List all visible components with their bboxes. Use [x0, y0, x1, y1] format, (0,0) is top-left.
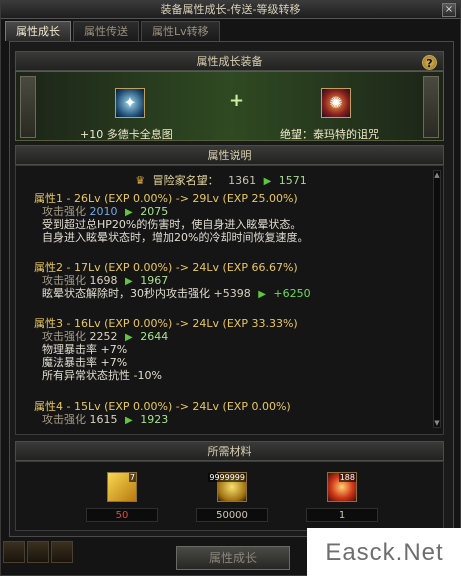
attribute-1: 属性1 - 26Lv (EXP 0.00%) -> 29Lv (EXP 25.0…	[34, 192, 424, 244]
equip-section-header: 属性成长装备 ?	[15, 51, 444, 71]
stat-label: 攻击强化	[42, 413, 86, 426]
close-button[interactable]: ×	[442, 3, 456, 17]
attribute-stat: 攻击强化 1615 ▶ 1923	[34, 413, 424, 426]
materials-section-header: 所需材料	[15, 441, 444, 461]
stat-to: 1923	[140, 413, 169, 426]
fame-from: 1361	[228, 174, 257, 187]
arrow-right-icon: ▶	[258, 289, 266, 300]
fame-label: 冒险家名望：	[152, 174, 219, 187]
source-enhance-level: +10	[80, 128, 104, 141]
quick-slot[interactable]	[3, 541, 25, 563]
stat-from: 2252	[89, 330, 118, 343]
source-equipment-name: +10 多德卡全息图	[80, 126, 173, 142]
attribute-stat: 攻击强化 2010 ▶ 2075	[34, 205, 424, 218]
effect-to: +6250	[273, 287, 311, 300]
attribute-title: 属性1 - 26Lv (EXP 0.00%) -> 29Lv (EXP 25.0…	[34, 192, 298, 205]
attribute-title: 属性3 - 16Lv (EXP 0.00%) -> 24Lv (EXP 33.3…	[34, 317, 298, 330]
desc-section-title: 属性说明	[207, 149, 252, 162]
window-titlebar[interactable]: 装备属性成长-传送-等级转移 ×	[1, 1, 460, 19]
stat-label: 攻击强化	[42, 330, 86, 343]
attribute-title: 属性4 - 15Lv (EXP 0.00%) -> 24Lv (EXP 0.00…	[34, 400, 291, 413]
scroll-down-icon[interactable]: ▼	[433, 419, 441, 427]
arrow-right-icon: ▶	[125, 415, 133, 426]
attribute-stat: 攻击强化 2252 ▶ 2644	[34, 330, 424, 343]
quick-slot-bar	[3, 541, 75, 563]
tab-attribute-level-transfer[interactable]: 属性Lv转移	[141, 21, 220, 41]
attribute-3: 属性3 - 16Lv (EXP 0.00%) -> 24Lv (EXP 33.3…	[34, 317, 424, 382]
attribute-2: 属性2 - 17Lv (EXP 0.00%) -> 24Lv (EXP 66.6…	[34, 261, 424, 300]
stat-to: 2644	[140, 330, 169, 343]
tab-attribute-growth[interactable]: 属性成长	[5, 21, 71, 41]
arrow-right-icon: ▶	[125, 207, 133, 218]
attribute-effect-line: 眩晕状态解除时，30秒内攻击强化 +5398 ▶ +6250	[34, 287, 424, 300]
material-stock: 188	[338, 473, 356, 482]
watermark: Easck.Net	[307, 528, 461, 576]
materials-box: 7 50 9999999 50000 188 1	[15, 461, 444, 531]
material-item[interactable]: 7 50	[86, 472, 158, 522]
equip-section-title: 属性成长装备	[196, 55, 263, 68]
stat-label: 攻击强化	[42, 274, 86, 287]
window-title: 装备属性成长-传送-等级转移	[160, 3, 301, 16]
material-item[interactable]: 9999999 50000	[196, 472, 268, 522]
golden-crystal-icon: 7	[107, 472, 137, 502]
attribute-effect-line: 魔法暴击率 +7%	[42, 356, 128, 369]
target-equipment-slot[interactable]: ✺	[321, 88, 351, 118]
tab-attribute-transfer[interactable]: 属性传送	[73, 21, 139, 41]
description-scrollbar[interactable]: ▲ ▼	[433, 170, 441, 428]
arrow-right-icon: ▶	[125, 332, 133, 343]
scroll-up-icon[interactable]: ▲	[433, 171, 441, 179]
materials-section-title: 所需材料	[207, 445, 252, 458]
desc-section-header: 属性说明	[15, 145, 444, 165]
tab-bar: 属性成长 属性传送 属性Lv转移	[5, 21, 222, 41]
stat-from: 1615	[89, 413, 118, 426]
crown-icon: ♛	[135, 174, 146, 187]
attribute-effect-line: 所有异常状态抗性 -10%	[42, 369, 162, 382]
stat-to: 2075	[140, 205, 169, 218]
equipment-growth-window: 装备属性成长-传送-等级转移 × 属性成长 属性传送 属性Lv转移 属性成长装备…	[0, 0, 461, 576]
stat-to: 1967	[140, 274, 169, 287]
attribute-effect-line: 受到超过总HP20%的伤害时，使自身进入眩晕状态。	[42, 218, 302, 231]
quick-slot[interactable]	[27, 541, 49, 563]
plus-icon: +	[229, 90, 245, 111]
material-required-count: 50000	[196, 508, 268, 522]
source-equipment-slot[interactable]: ✦	[115, 88, 145, 118]
stat-from: 2010	[89, 205, 118, 218]
curse-item-icon: ✺	[329, 93, 343, 112]
attribute-4: 属性4 - 15Lv (EXP 0.00%) -> 24Lv (EXP 0.00…	[34, 400, 424, 426]
material-required-count: 50	[86, 508, 158, 522]
material-stock: 7	[128, 473, 136, 482]
attribute-title: 属性2 - 17Lv (EXP 0.00%) -> 24Lv (EXP 66.6…	[34, 261, 298, 274]
quick-slot[interactable]	[51, 541, 73, 563]
arrow-right-icon: ▶	[125, 276, 133, 287]
attribute-stat: 攻击强化 1698 ▶ 1967	[34, 274, 424, 287]
attribute-effect-line: 物理暴击率 +7%	[42, 343, 128, 356]
red-orb-icon: 188	[327, 472, 357, 502]
attribute-growth-button[interactable]: 属性成长	[176, 546, 290, 570]
effect-from: +5398	[213, 287, 251, 300]
target-equipment-name: 绝望：泰玛特的诅咒	[280, 128, 379, 141]
gold-coins-icon: 9999999	[208, 472, 247, 502]
hologram-item-icon: ✦	[123, 93, 137, 112]
arrow-right-icon: ▶	[263, 176, 272, 187]
attribute-effect-line: 自身进入眩晕状态时，增加20%的冷却时间恢复速度。	[42, 231, 309, 244]
fame-row: ♛ 冒险家名望： 1361 ▶ 1571	[16, 172, 426, 188]
effect-label: 眩晕状态解除时，30秒内攻击强化	[42, 287, 210, 300]
stat-from: 1698	[89, 274, 118, 287]
fame-to: 1571	[278, 174, 307, 187]
source-item-name: 多德卡全息图	[106, 128, 173, 141]
help-icon[interactable]: ?	[422, 55, 437, 70]
material-required-count: 1	[306, 508, 378, 522]
attribute-description-box: ♛ 冒险家名望： 1361 ▶ 1571 属性1 - 26Lv (EXP 0.0…	[15, 165, 444, 435]
stat-label: 攻击强化	[42, 205, 86, 218]
material-stock: 9999999	[208, 473, 246, 482]
equip-slots-area: ✦ + ✺ +10 多德卡全息图 绝望：泰玛特的诅咒	[15, 71, 444, 141]
material-item[interactable]: 188 1	[306, 472, 378, 522]
